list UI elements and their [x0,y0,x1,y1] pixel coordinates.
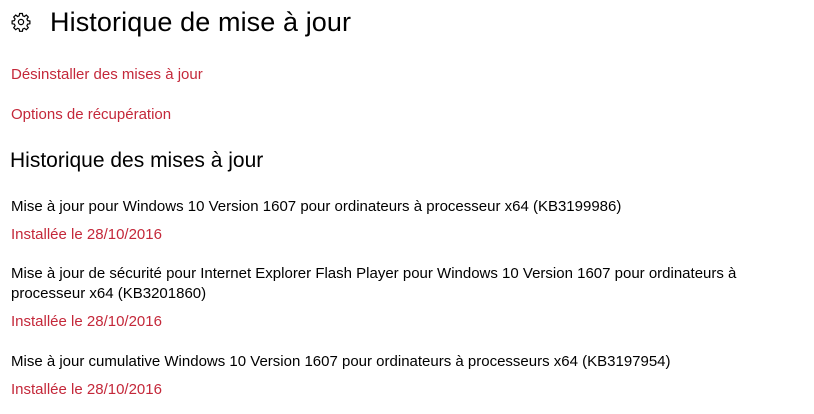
update-history-page: Historique de mise à jour Désinstaller d… [0,0,814,414]
recovery-options-link[interactable]: Options de récupération [11,106,171,123]
update-item-name[interactable]: Mise à jour pour Windows 10 Version 1607… [11,197,811,217]
gear-icon [10,11,32,33]
page-header: Historique de mise à jour [10,4,351,40]
update-item-status: Installée le 28/10/2016 [11,313,162,330]
update-item-name[interactable]: Mise à jour cumulative Windows 10 Versio… [11,352,811,372]
update-item-status: Installée le 28/10/2016 [11,381,162,398]
page-title: Historique de mise à jour [50,6,352,37]
section-title: Historique des mises à jour [10,149,264,172]
uninstall-updates-link[interactable]: Désinstaller des mises à jour [11,66,203,83]
update-item-name[interactable]: Mise à jour de sécurité pour Internet Ex… [11,264,806,304]
update-item-status: Installée le 28/10/2016 [11,226,162,243]
